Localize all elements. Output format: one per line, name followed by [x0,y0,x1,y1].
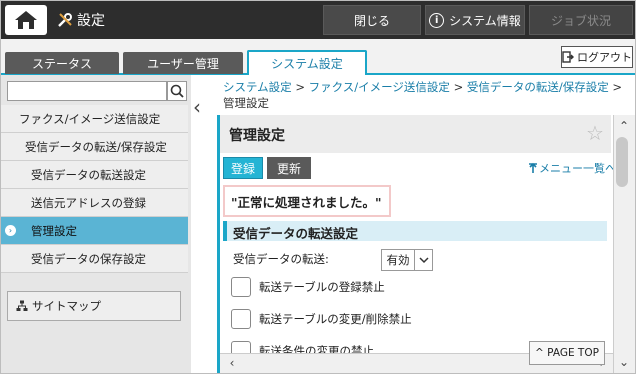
vertical-scroll-thumb[interactable] [616,137,628,187]
sidebar-item-store-settings[interactable]: 受信データの保存設定 [1,245,188,273]
logout-icon [562,51,574,63]
update-label: 更新 [276,161,301,176]
system-info-button[interactable]: i システム情報 [425,5,525,35]
scroll-up-icon[interactable]: ⌃ [615,117,633,135]
sidebar-item-forward-store[interactable]: 受信データの転送/保存設定 [1,133,188,161]
return-arrow-icon [529,162,537,173]
checkbox[interactable] [231,309,251,329]
sidebar-item-label: 受信データの保存設定 [31,251,146,266]
page-title: 管理設定 [229,128,285,144]
sidebar-item-label: 受信データの転送設定 [31,167,146,182]
checkbox-row-register-prohibit: 転送テーブルの登録禁止 [231,277,385,297]
status-message: "正常に処理されました。" [223,185,391,217]
chevron-down-icon [414,250,432,270]
chevron-right-icon: › [5,225,16,236]
tab-status-label: ステータス [31,56,92,71]
sidebar-menu: ファクス/イメージ送信設定 受信データの転送/保存設定 受信データの転送設定 送… [1,105,188,273]
logout-label: ログアウト [577,51,632,64]
info-icon: i [429,12,445,28]
breadcrumb-link-fax-image-send[interactable]: ファクス/イメージ送信設定 [309,80,450,94]
settings-label: 設定 [77,13,105,29]
breadcrumb-separator: > [295,80,305,94]
sidebar-search-input[interactable] [7,81,167,101]
menu-list-link[interactable]: メニュー一覧へ [527,160,616,176]
tab-status[interactable]: ステータス [5,52,119,74]
breadcrumb-link-system-settings[interactable]: システム設定 [223,80,292,94]
close-button[interactable]: 閉じる [323,5,421,35]
favorite-star-icon[interactable]: ☆ [586,121,604,145]
breadcrumb-link-forward-store[interactable]: 受信データの転送/保存設定 [467,80,609,94]
settings-title: 設定 [57,10,105,30]
close-label: 閉じる [353,13,390,28]
home-button[interactable] [5,5,47,35]
section-accent-bar [223,221,227,241]
tab-system-settings[interactable]: システム設定 [247,50,367,75]
home-icon [15,11,37,29]
tab-system-settings-label: システム設定 [271,57,343,71]
sidebar-search-button[interactable] [167,81,187,101]
checkbox-label: 転送テーブルの変更/削除禁止 [259,312,412,326]
sidebar-item-sender-address[interactable]: 送信元アドレスの登録 [1,189,188,217]
sidebar-item-label: 管理設定 [31,223,77,238]
checkbox[interactable] [231,277,251,297]
forward-select-value: 有効 [386,253,410,267]
breadcrumb: システム設定 > ファクス/イメージ送信設定 > 受信データの転送/保存設定 >… [223,79,633,111]
page-top-button[interactable]: ^ PAGE TOP [529,341,605,365]
sitemap-icon [16,300,28,311]
content-panel [217,115,611,373]
forward-select[interactable]: 有効 [381,249,433,271]
forward-field-label: 受信データの転送: [233,252,329,266]
sidebar-item-fax-image-send[interactable]: ファクス/イメージ送信設定 [1,105,188,133]
update-button[interactable]: 更新 [267,157,311,179]
tab-user-management-label: ユーザー管理 [147,56,219,71]
logout-button[interactable]: ログアウト [561,46,633,68]
section-title: 受信データの転送設定 [233,226,359,241]
search-icon [170,84,184,98]
breadcrumb-separator: > [612,80,623,94]
register-label: 登録 [230,161,255,176]
sidebar-item-label: 送信元アドレスの登録 [31,195,146,210]
breadcrumb-current: 管理設定 [223,96,269,110]
system-info-label: システム情報 [449,13,521,28]
wrench-screwdriver-icon [58,13,72,27]
sidebar-item-admin-settings[interactable]: › 管理設定 [1,217,188,245]
collapse-sidebar-icon[interactable]: ‹ [193,95,201,119]
tab-user-management[interactable]: ユーザー管理 [123,52,243,74]
sitemap-button[interactable]: サイトマップ [7,291,181,321]
sitemap-label: サイトマップ [32,299,101,313]
page-top-label: ^ PAGE TOP [535,347,599,359]
job-status-label: ジョブ状況 [550,13,611,28]
register-button[interactable]: 登録 [223,157,263,179]
scroll-down-icon[interactable]: ⌄ [615,353,633,371]
status-message-text: "正常に処理されました。" [231,194,382,210]
menu-list-label: メニュー一覧へ [539,162,616,175]
sidebar-item-label: 受信データの転送/保存設定 [25,139,167,154]
checkbox-label: 転送テーブルの登録禁止 [259,280,385,294]
breadcrumb-separator: > [453,80,464,94]
app-frame: 設定 閉じる i システム情報 ジョブ状況 ステータス ユーザー管理 システム設… [0,0,636,374]
sidebar-item-forward-settings[interactable]: 受信データの転送設定 [1,161,188,189]
sidebar-item-label: ファクス/イメージ送信設定 [19,111,161,126]
job-status-button[interactable]: ジョブ状況 [529,5,633,35]
sidebar-collapse-strip [191,75,211,373]
scroll-left-icon[interactable]: ‹ [223,354,241,372]
checkbox-row-change-delete-prohibit: 転送テーブルの変更/削除禁止 [231,309,412,329]
